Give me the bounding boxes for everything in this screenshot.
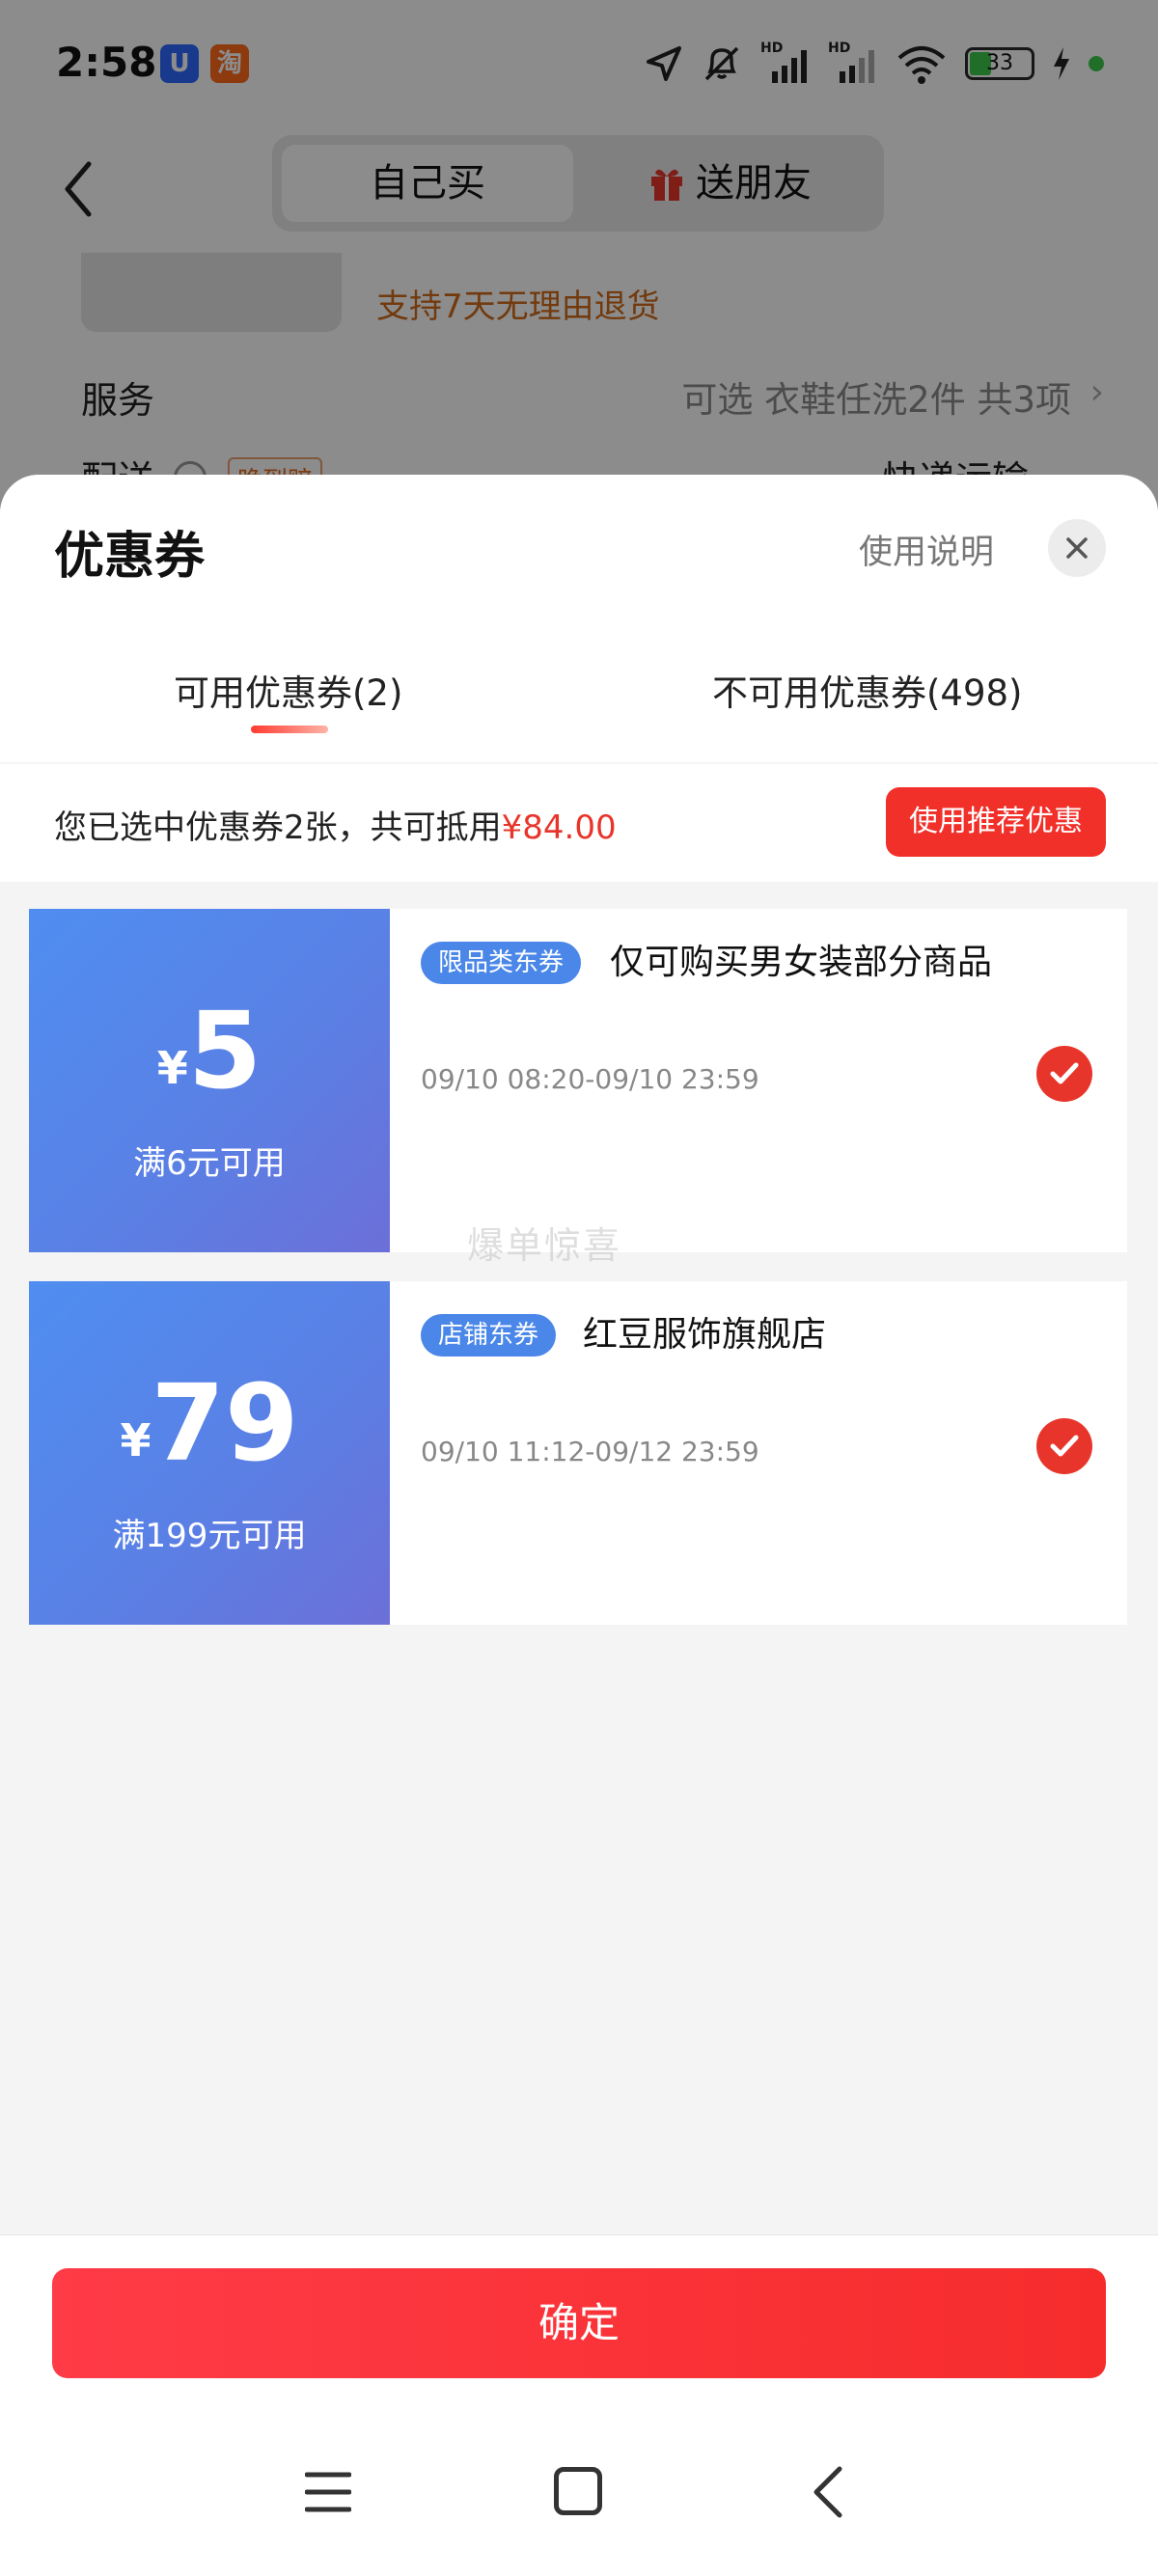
usage-instructions-link[interactable]: 使用说明 [859, 525, 994, 574]
sheet-footer: 确定 [0, 2234, 1158, 2576]
system-nav-bar [0, 2442, 1158, 2548]
use-recommended-button[interactable]: 使用推荐优惠 [886, 787, 1106, 857]
menu-icon[interactable] [305, 2471, 351, 2513]
coupon-amount: ¥5 [29, 998, 390, 1104]
summary-amount: ¥84.00 [501, 808, 617, 847]
amount-value: 79 [151, 1361, 299, 1485]
coupon-select-checkbox[interactable] [1036, 1418, 1092, 1474]
coupon-threshold: 满199元可用 [112, 1517, 307, 1555]
currency-symbol: ¥ [120, 1414, 152, 1466]
coupon-amount: ¥79 [29, 1370, 390, 1476]
coupon-type-tag: 店铺东券 [421, 1314, 557, 1357]
currency-symbol: ¥ [156, 1042, 188, 1094]
active-tab-indicator [251, 726, 328, 733]
coupon-select-checkbox[interactable] [1036, 1046, 1092, 1102]
coupon-validity: 09/10 11:12-09/12 23:59 [421, 1436, 759, 1467]
summary-prefix: 您已选中优惠券2张，共可抵用 [54, 808, 502, 847]
close-icon [1066, 537, 1088, 559]
close-button[interactable] [1048, 519, 1106, 577]
coupon-description: 红豆服饰旗舰店 [583, 1315, 827, 1355]
watermark-text: 爆单惊喜 [467, 1224, 622, 1267]
coupon-value-panel: ¥79 满199元可用 [23, 1281, 390, 1625]
selection-summary-bar: 您已选中优惠券2张，共可抵用¥84.00 使用推荐优惠 [0, 764, 1158, 882]
coupon-validity: 09/10 08:20-09/10 23:59 [421, 1063, 759, 1095]
confirm-button[interactable]: 确定 [52, 2268, 1106, 2378]
background-page: 2:58 U 淘 HD HD 33 自己买 送朋友 支持7天无理由退货 服务 可… [0, 0, 1158, 540]
check-icon [1050, 1062, 1079, 1084]
selection-summary: 您已选中优惠券2张，共可抵用¥84.00 [54, 801, 617, 848]
coupon-type-tag: 限品类东券 [421, 942, 582, 984]
coupon-threshold: 满6元可用 [133, 1144, 286, 1183]
check-icon [1050, 1435, 1079, 1457]
tab-available-coupons[interactable]: 可用优惠券(2) [174, 664, 402, 716]
tab-unavailable-coupons[interactable]: 不可用优惠券(498) [712, 664, 1023, 716]
amount-value: 5 [187, 989, 262, 1112]
coupon-card[interactable]: ¥5 满6元可用 限品类东券 仅可购买男女装部分商品 09/10 08:20-0… [23, 909, 1127, 1252]
sheet-header: 优惠券 使用说明 可用优惠券(2) 不可用优惠券(498) [0, 475, 1158, 762]
coupon-sheet: 优惠券 使用说明 可用优惠券(2) 不可用优惠券(498) 您已选中优惠券2张，… [0, 475, 1158, 2576]
dim-overlay[interactable] [0, 0, 1158, 540]
coupon-card[interactable]: ¥79 满199元可用 店铺东券 红豆服饰旗舰店 09/10 11:12-09/… [23, 1281, 1127, 1625]
coupon-description: 仅可购买男女装部分商品 [610, 943, 993, 982]
coupon-value-panel: ¥5 满6元可用 [23, 909, 390, 1252]
sheet-title: 优惠券 [54, 528, 206, 586]
home-icon[interactable] [554, 2467, 602, 2515]
back-icon[interactable] [809, 2463, 847, 2521]
